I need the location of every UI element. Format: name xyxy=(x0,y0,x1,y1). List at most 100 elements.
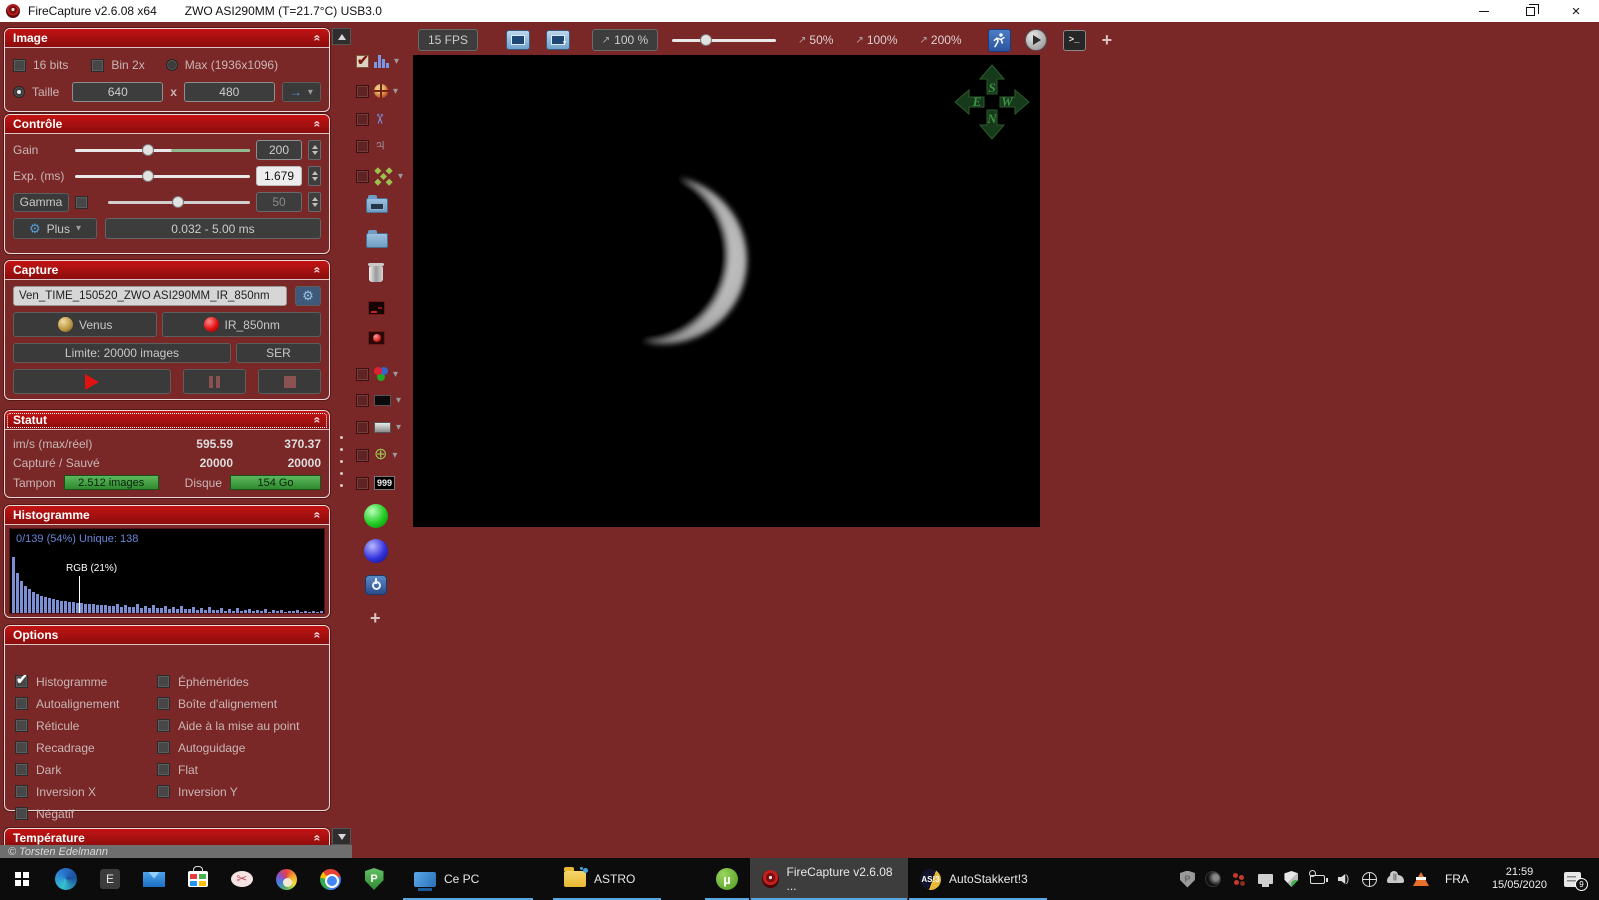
green-target-icon[interactable]: ⊕ xyxy=(374,447,387,463)
trash-icon[interactable] xyxy=(368,263,384,282)
pause-capture-button[interactable] xyxy=(182,369,246,394)
vlc-tray-button[interactable] xyxy=(1413,871,1430,888)
option-autoalignement-checkbox[interactable] xyxy=(15,697,28,710)
option-histogramme-checkbox[interactable]: ✔ xyxy=(15,671,28,688)
notification-center-button[interactable]: 9 xyxy=(1564,871,1588,891)
dropdown-icon[interactable]: ▾ xyxy=(392,450,397,461)
task-ce-pc[interactable]: Ce PC xyxy=(402,858,534,900)
blue-status-sphere[interactable] xyxy=(364,539,388,563)
zoom-50-button[interactable]: ↗ 50% xyxy=(798,33,833,47)
mail-taskbar-button[interactable] xyxy=(132,858,176,900)
collapse-icon[interactable]: « xyxy=(311,632,325,639)
volume-tray-button[interactable]: ) xyxy=(1335,871,1352,888)
green-status-sphere[interactable] xyxy=(364,504,388,528)
app-dots-tray-button[interactable] xyxy=(1231,871,1248,888)
scroll-down-button[interactable] xyxy=(332,828,351,845)
open-folder-icon[interactable] xyxy=(366,230,388,248)
add-toolbar-button[interactable]: + xyxy=(1102,30,1113,51)
max-resolution-radio[interactable] xyxy=(165,59,178,71)
filename-settings-button[interactable]: ⚙ xyxy=(295,286,321,306)
image-viewer[interactable]: S N E W xyxy=(413,55,1040,527)
option-boite-alignement-checkbox[interactable] xyxy=(157,697,170,710)
start-button[interactable] xyxy=(0,858,44,900)
task-astro-folder[interactable]: ASTRO xyxy=(552,858,662,900)
exposure-spinner[interactable] xyxy=(308,166,321,186)
autorun-button[interactable] xyxy=(987,28,1011,52)
stop-capture-button[interactable] xyxy=(257,369,322,394)
option-autoguidage-checkbox[interactable] xyxy=(157,741,170,754)
fps-button[interactable]: 15 FPS xyxy=(418,29,478,51)
defender-tray-button[interactable]: ✔ xyxy=(1283,871,1300,888)
option-flat-checkbox[interactable] xyxy=(157,763,170,776)
black-level-checkbox[interactable] xyxy=(356,394,369,407)
spin-up-icon[interactable] xyxy=(311,171,318,175)
add-tool-button[interactable]: + xyxy=(370,608,381,629)
option-inversiony-checkbox[interactable] xyxy=(157,785,170,798)
reticle-target-icon[interactable] xyxy=(374,84,388,98)
filename-input[interactable]: Ven_TIME_150520_ZWO ASI290MM_IR_850nm xyxy=(13,286,287,306)
taskbar-clock[interactable]: 21:59 15/05/2020 xyxy=(1492,866,1547,892)
splitter-drag-handle[interactable] xyxy=(340,436,343,487)
collapse-icon[interactable]: « xyxy=(311,35,325,42)
spin-down-icon[interactable] xyxy=(311,177,318,181)
rgb-channels-icon[interactable] xyxy=(374,367,382,375)
panel-controle-header[interactable]: Contrôle « xyxy=(5,115,329,134)
format-button[interactable]: SER xyxy=(235,343,321,363)
zoom-200-button[interactable]: ↗ 200% xyxy=(920,33,962,47)
apply-size-button[interactable]: → ▾ xyxy=(281,82,322,102)
exposure-value-input[interactable]: 1.679 xyxy=(256,166,302,186)
gamma-value-input[interactable]: 50 xyxy=(256,192,302,212)
snipping-taskbar-button[interactable]: ✂ xyxy=(220,858,264,900)
close-button[interactable]: × xyxy=(1553,0,1599,22)
console-button[interactable]: >_ xyxy=(1062,29,1086,51)
restore-button[interactable] xyxy=(1507,0,1553,22)
dark-capture-icon[interactable] xyxy=(368,301,385,315)
option-reticule-checkbox[interactable] xyxy=(15,719,28,732)
taille-radio[interactable] xyxy=(13,86,25,98)
gain-slider[interactable] xyxy=(75,140,250,160)
start-capture-button[interactable] xyxy=(13,369,171,394)
spin-down-icon[interactable] xyxy=(311,151,318,155)
ephemeris-toggle-checkbox[interactable] xyxy=(356,139,369,153)
zoom-slider[interactable] xyxy=(672,30,776,50)
timer-button[interactable] xyxy=(1024,29,1047,51)
gamma-spinner[interactable] xyxy=(308,192,321,212)
plus-menu-button[interactable]: ⚙ Plus ▾ xyxy=(13,218,97,239)
power-button[interactable] xyxy=(365,575,387,595)
alignment-toggle-checkbox[interactable] xyxy=(356,170,369,183)
red-target-icon[interactable] xyxy=(368,331,385,345)
gamma-button[interactable]: Gamma xyxy=(13,192,69,212)
white-level-checkbox[interactable] xyxy=(356,421,369,434)
purevpn-taskbar-button[interactable]: P xyxy=(352,858,396,900)
dropdown-icon[interactable]: ▾ xyxy=(396,422,401,433)
panel-histogramme-header[interactable]: Histogramme « xyxy=(5,506,329,525)
scroll-up-button[interactable] xyxy=(332,28,351,45)
minimize-button[interactable] xyxy=(1461,0,1507,22)
dropdown-icon[interactable]: ▾ xyxy=(393,86,398,97)
video-folder-icon[interactable] xyxy=(366,195,388,213)
zoom-slider-thumb[interactable] xyxy=(700,34,712,46)
bin2x-checkbox[interactable] xyxy=(91,58,105,72)
option-inversionx-checkbox[interactable] xyxy=(15,785,28,798)
option-aide-mise-au-point-checkbox[interactable] xyxy=(157,719,170,732)
panel-scrollbar[interactable] xyxy=(332,28,351,845)
scissors-icon[interactable]: ✂ xyxy=(372,113,388,125)
task-utorrent[interactable]: µ xyxy=(704,858,750,900)
option-ephemerides-checkbox[interactable] xyxy=(157,675,170,688)
panel-statut-header[interactable]: Statut « xyxy=(5,411,329,430)
panel-options-header[interactable]: Options « xyxy=(5,626,329,645)
histogram-icon[interactable] xyxy=(374,55,389,68)
collapse-icon[interactable]: « xyxy=(311,512,325,519)
object-button[interactable]: Venus xyxy=(13,312,158,337)
16bits-checkbox[interactable] xyxy=(13,58,26,72)
histogram-toggle-checkbox[interactable]: ✔ xyxy=(356,52,369,68)
option-negatif-checkbox[interactable] xyxy=(15,807,28,820)
collapse-icon[interactable]: « xyxy=(311,835,325,842)
exposure-slider[interactable] xyxy=(75,166,250,186)
spin-down-icon[interactable] xyxy=(311,203,318,207)
task-autostakkert[interactable]: AS!3 AutoStakkert!3 xyxy=(908,858,1048,900)
gain-value-input[interactable]: 200 xyxy=(256,140,302,160)
gamma-slider-thumb[interactable] xyxy=(171,196,184,208)
frame-counter-icon[interactable]: 999 xyxy=(374,476,396,490)
filter-button[interactable]: IR_850nm xyxy=(162,312,321,337)
